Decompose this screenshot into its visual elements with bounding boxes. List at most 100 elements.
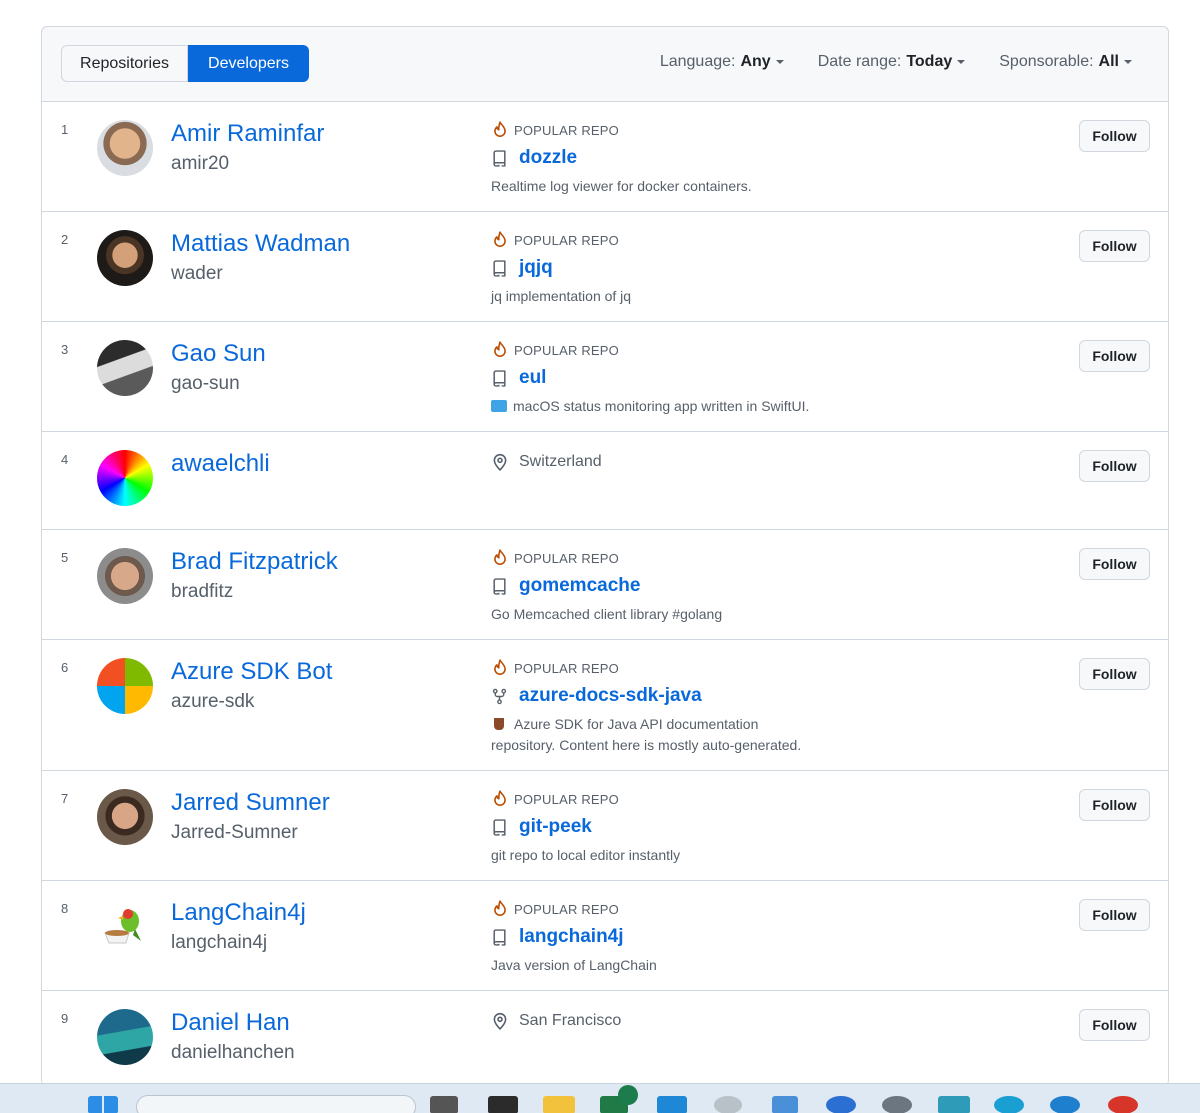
developer-login[interactable]: Jarred-Sumner [171, 822, 298, 844]
rank: 1 [61, 122, 69, 137]
location-text: San Francisco [519, 1012, 622, 1029]
repo-icon [491, 819, 508, 836]
repo-link[interactable]: gomemcache [491, 575, 640, 597]
repo-description: macOS status monitoring app written in S… [491, 396, 821, 417]
follow-button[interactable]: Follow [1079, 658, 1150, 690]
date-range-filter[interactable]: Date range: Today [818, 53, 966, 71]
avatar[interactable] [97, 789, 153, 845]
follow-button[interactable]: Follow [1079, 450, 1150, 482]
follow-button[interactable]: Follow [1079, 789, 1150, 821]
notepad-icon[interactable] [772, 1096, 798, 1113]
avatar[interactable] [97, 1009, 153, 1065]
developer-login[interactable]: amir20 [171, 153, 229, 175]
location: Switzerland [491, 453, 602, 471]
trending-developers-box: Repositories Developers Language: Any Da… [41, 26, 1169, 1086]
popular-repo-label: POPULAR REPO [491, 900, 619, 918]
repo-link[interactable]: azure-docs-sdk-java [491, 685, 702, 707]
developer-row: 6 Azure SDK Bot azure-sdk POPULAR REPO a… [42, 640, 1168, 771]
location: San Francisco [491, 1012, 621, 1030]
tab-developers[interactable]: Developers [188, 45, 309, 82]
rank: 6 [61, 660, 69, 675]
developer-row: 9 Daniel Han danielhanchen San Francisco… [42, 991, 1168, 1086]
date-range-filter-value: Today [906, 53, 953, 70]
repo-description: Realtime log viewer for docker container… [491, 178, 752, 194]
language-filter[interactable]: Language: Any [660, 53, 784, 71]
developer-name[interactable]: LangChain4j [171, 899, 306, 927]
popular-repo-text: POPULAR REPO [514, 550, 619, 566]
avatar[interactable] [97, 548, 153, 604]
app-icon[interactable] [938, 1096, 970, 1113]
terminal-icon[interactable] [488, 1096, 518, 1113]
repo-name: azure-docs-sdk-java [519, 685, 702, 706]
repo-icon [491, 370, 508, 387]
repo-icon [491, 578, 508, 595]
developer-name[interactable]: Azure SDK Bot [171, 658, 332, 686]
avatar[interactable] [97, 230, 153, 286]
popular-repo-label: POPULAR REPO [491, 231, 619, 249]
developer-login[interactable]: danielhanchen [171, 1042, 295, 1064]
developer-login[interactable]: wader [171, 263, 223, 285]
developer-login[interactable]: langchain4j [171, 932, 267, 954]
repo-link[interactable]: dozzle [491, 147, 577, 169]
tab-repositories[interactable]: Repositories [61, 45, 188, 82]
edge-icon[interactable] [994, 1096, 1024, 1113]
search-box[interactable] [136, 1095, 416, 1113]
developer-name[interactable]: Gao Sun [171, 340, 266, 368]
rank: 5 [61, 550, 69, 565]
avatar[interactable] [97, 120, 153, 176]
app-icon[interactable] [826, 1096, 856, 1113]
developer-name[interactable]: Brad Fitzpatrick [171, 548, 338, 576]
tomato-icon[interactable] [1108, 1096, 1138, 1113]
follow-button[interactable]: Follow [1079, 340, 1150, 372]
follow-button[interactable]: Follow [1079, 1009, 1150, 1041]
avatar[interactable] [97, 658, 153, 714]
computer-emoji-icon [491, 400, 507, 412]
language-filter-value: Any [740, 53, 771, 70]
follow-button[interactable]: Follow [1079, 230, 1150, 262]
popular-repo-label: POPULAR REPO [491, 121, 619, 139]
popular-repo-label: POPULAR REPO [491, 341, 619, 359]
developer-name[interactable]: Mattias Wadman [171, 230, 350, 258]
flame-icon [491, 121, 509, 139]
follow-button[interactable]: Follow [1079, 120, 1150, 152]
developer-name[interactable]: Daniel Han [171, 1009, 290, 1037]
avatar[interactable] [97, 899, 153, 955]
edge-icon[interactable] [1050, 1096, 1080, 1113]
developer-name[interactable]: awaelchli [171, 450, 270, 478]
sponsorable-filter[interactable]: Sponsorable: All [999, 53, 1132, 71]
follow-button[interactable]: Follow [1079, 899, 1150, 931]
repo-link[interactable]: langchain4j [491, 926, 624, 948]
developer-login[interactable]: azure-sdk [171, 691, 254, 713]
avatar[interactable] [97, 340, 153, 396]
trending-tab-switch: Repositories Developers [61, 45, 309, 82]
developer-login[interactable]: bradfitz [171, 581, 233, 603]
developer-name[interactable]: Jarred Sumner [171, 789, 330, 817]
folder-icon[interactable] [543, 1096, 575, 1113]
trending-header: Repositories Developers Language: Any Da… [42, 27, 1168, 102]
vscode-icon[interactable] [657, 1096, 687, 1113]
app-icon[interactable] [714, 1096, 742, 1113]
file-explorer-icon[interactable] [430, 1096, 458, 1113]
location-pin-icon [491, 453, 509, 471]
caret-down-icon [775, 60, 784, 64]
sponsorable-filter-label: Sponsorable: [999, 53, 1094, 70]
follow-button[interactable]: Follow [1079, 548, 1150, 580]
repo-description-text: macOS status monitoring app written in S… [513, 398, 810, 414]
developer-name[interactable]: Amir Raminfar [171, 120, 324, 148]
popular-repo-text: POPULAR REPO [514, 342, 619, 358]
developer-login[interactable]: gao-sun [171, 373, 240, 395]
popular-repo-text: POPULAR REPO [514, 791, 619, 807]
sponsorable-filter-value: All [1098, 53, 1119, 70]
settings-icon[interactable] [882, 1096, 912, 1113]
repo-link[interactable]: jqjq [491, 257, 553, 279]
popular-repo-text: POPULAR REPO [514, 660, 619, 676]
repo-description: git repo to local editor instantly [491, 847, 681, 863]
location-text: Switzerland [519, 453, 602, 470]
avatar[interactable] [97, 450, 153, 506]
repo-link[interactable]: eul [491, 367, 546, 389]
repo-name: langchain4j [519, 926, 624, 947]
location-pin-icon [491, 1012, 509, 1030]
windows-start-icon[interactable] [88, 1096, 118, 1113]
repo-name: jqjq [519, 257, 553, 278]
repo-link[interactable]: git-peek [491, 816, 592, 838]
